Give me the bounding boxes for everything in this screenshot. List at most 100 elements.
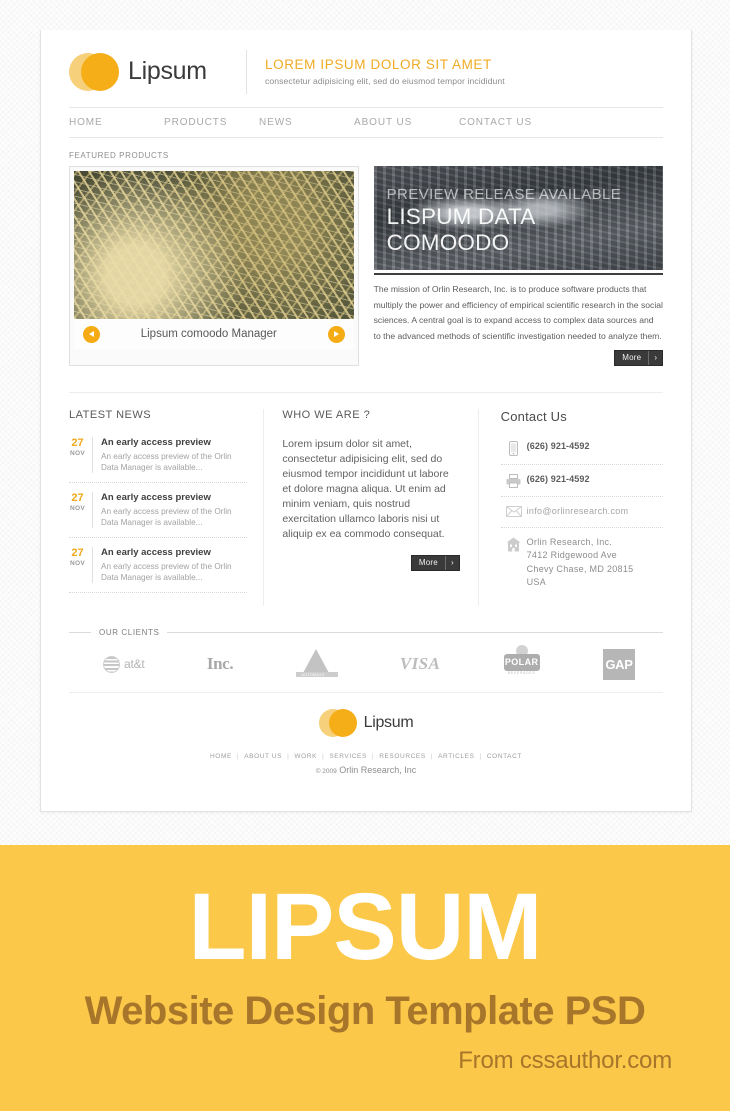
latest-news-heading: LATEST NEWS (69, 409, 152, 421)
footer-nav-separator: | (479, 752, 482, 760)
main-navigation: HOME PRODUCTS NEWS ABOUT US CONTACT US (69, 107, 663, 138)
news-month: NOV (70, 450, 85, 457)
contact-address: Orlin Research, Inc. 7412 Ridgewood Ave … (527, 536, 634, 590)
clients-heading: OUR CLIENTS (99, 627, 160, 637)
footer-navigation: HOME | ABOUT US | WORK | SERVICES | RESOURCES | AR… (69, 753, 663, 760)
contact-fax-row: (626) 921-4592 (500, 473, 663, 497)
product-slider-image (74, 171, 354, 319)
mail-icon (501, 505, 527, 517)
news-date: 27 NOV (69, 547, 93, 583)
promo-title-line-1: LISPUM DATA (386, 204, 536, 229)
client-logo-automaxx: AUTOMAXX (295, 649, 338, 679)
contact-email-row: info@orlinresearch.com (500, 505, 663, 528)
footer-nav-separator: | (371, 752, 375, 760)
logo-circles-icon (69, 52, 119, 91)
contact-phone-row: (626) 921-4592 (500, 440, 663, 465)
banner-source: From cssauthor.com (458, 1047, 672, 1074)
footer-logo[interactable]: Lipsum (318, 708, 414, 737)
contact-email[interactable]: info@orlinresearch.com (527, 505, 629, 519)
slider-prev-button[interactable] (83, 325, 100, 343)
slider-next-button[interactable] (327, 325, 345, 343)
logo-wordmark: Lipsum (128, 57, 207, 85)
nav-item-home[interactable]: HOME (69, 117, 164, 128)
client-logo-list: at&t Inc. AUTOMAXX VISA POLAR BEVERAGES … (69, 637, 663, 693)
footer-nav-separator: | (322, 752, 325, 760)
fax-icon (501, 473, 527, 488)
news-month: NOV (70, 505, 85, 512)
website-mockup-card: Lipsum LOREM IPSUM DOLOR SIT AMET consec… (40, 30, 692, 812)
news-list-item[interactable]: 27 NOV An early access preview An early … (69, 547, 248, 593)
footer-nav-separator: | (287, 752, 290, 760)
who-we-are-column: WHO WE ARE ? Lorem ipsum dolor sit amet,… (264, 409, 479, 606)
footer-nav-contact[interactable]: CONTACT (487, 753, 522, 760)
copyright-owner: Orlin Research, Inc (339, 764, 417, 775)
tagline-primary: LOREM IPSUM DOLOR SIT AMET (265, 57, 492, 72)
promo-overline: PREVIEW RELEASE AVAILABLE (386, 186, 622, 203)
footer-nav-resources[interactable]: RESOURCES (379, 753, 426, 760)
nav-item-about-us[interactable]: ABOUT US (354, 117, 459, 128)
header-tagline: LOREM IPSUM DOLOR SIT AMET consectetur a… (265, 57, 505, 86)
product-slider: Lipsum comoodo Manager (69, 166, 359, 366)
news-day: 27 (71, 492, 84, 504)
phone-icon (501, 440, 527, 456)
news-description: An early access preview of the Orlin Dat… (101, 507, 232, 527)
news-date: 27 NOV (69, 437, 93, 473)
address-line-1: Orlin Research, Inc. (526, 536, 613, 547)
banner-subtitle: Website Design Template PSD (84, 989, 646, 1033)
address-line-4: USA (526, 577, 547, 587)
slider-caption: Lipsum comoodo Manager (140, 328, 277, 340)
featured-row: Lipsum comoodo Manager PREVIEW RELEASE A… (69, 166, 663, 366)
footer-nav-home[interactable]: HOME (210, 753, 232, 760)
promo-more-button[interactable]: More › (614, 350, 663, 366)
client-logo-gap: GAP (602, 648, 635, 680)
promo-title: LISPUM DATA COMOODO (387, 204, 536, 256)
att-globe-icon (103, 655, 120, 673)
client-logo-inc: Inc. (206, 654, 234, 673)
who-more-button[interactable]: More › (410, 555, 460, 571)
automaxx-label: AUTOMAXX (301, 672, 325, 677)
contact-column: Contact Us (626) 921-4592 (626) 921-4592 (479, 409, 663, 606)
footer-nav-services[interactable]: SERVICES (329, 753, 367, 760)
news-description: An early access preview of the Orlin Dat… (101, 452, 232, 472)
promo-panel: PREVIEW RELEASE AVAILABLE LISPUM DATA CO… (373, 166, 663, 366)
polar-label: POLAR (504, 657, 539, 667)
site-footer: Lipsum HOME | ABOUT US | WORK | SERVICES | RESOU… (69, 693, 663, 775)
product-slider-controls: Lipsum comoodo Manager (74, 319, 354, 349)
footer-copyright: © 2009 Orlin Research, Inc (69, 765, 663, 775)
news-title[interactable]: An early access preview (101, 437, 247, 449)
footer-nav-separator: | (236, 752, 240, 760)
contact-phone[interactable]: (626) 921-4592 (527, 440, 590, 454)
home-icon (501, 536, 527, 552)
news-list-item[interactable]: 27 NOV An early access preview An early … (69, 437, 248, 483)
news-list-item[interactable]: 27 NOV An early access preview An early … (69, 492, 248, 538)
contact-address-row: Orlin Research, Inc. 7412 Ridgewood Ave … (501, 536, 663, 598)
footer-nav-work[interactable]: WORK (294, 753, 317, 760)
chevron-right-icon: › (444, 556, 459, 570)
footer-nav-separator: | (430, 752, 434, 760)
footer-logo-wordmark: Lipsum (363, 713, 414, 731)
nav-item-products[interactable]: PRODUCTS (164, 117, 259, 128)
footer-nav-about-us[interactable]: ABOUT US (244, 753, 282, 760)
news-title[interactable]: An early access preview (101, 547, 247, 559)
client-logo-polar: POLAR BEVERAGES (503, 645, 541, 683)
contact-heading: Contact Us (500, 409, 567, 424)
footer-nav-articles[interactable]: ARTICLES (438, 753, 474, 760)
att-label: at&t (124, 657, 145, 671)
polar-sublabel: BEVERAGES (507, 671, 536, 675)
tagline-secondary: consectetur adipisicing elit, sed do eiu… (265, 76, 505, 86)
client-logo-att: at&t (103, 655, 145, 673)
nav-item-news[interactable]: NEWS (259, 117, 354, 128)
promo-hero-image: PREVIEW RELEASE AVAILABLE LISPUM DATA CO… (373, 166, 663, 270)
address-line-3: Chevy Chase, MD 20815 (526, 563, 634, 574)
banner-title: LIPSUM (188, 874, 543, 980)
nav-item-contact-us[interactable]: CONTACT US (459, 117, 554, 128)
logo[interactable]: Lipsum (69, 52, 244, 91)
contact-fax[interactable]: (626) 921-4592 (527, 473, 590, 487)
news-title[interactable]: An early access preview (101, 492, 247, 504)
gap-label: GAP (605, 656, 633, 672)
news-month: NOV (70, 560, 85, 567)
client-logo-visa: VISA (399, 654, 441, 673)
clients-section: OUR CLIENTS at&t Inc. AUTOMAXX VISA POLA… (69, 628, 663, 693)
news-day: 27 (71, 437, 84, 449)
chevron-right-icon: › (648, 351, 662, 365)
